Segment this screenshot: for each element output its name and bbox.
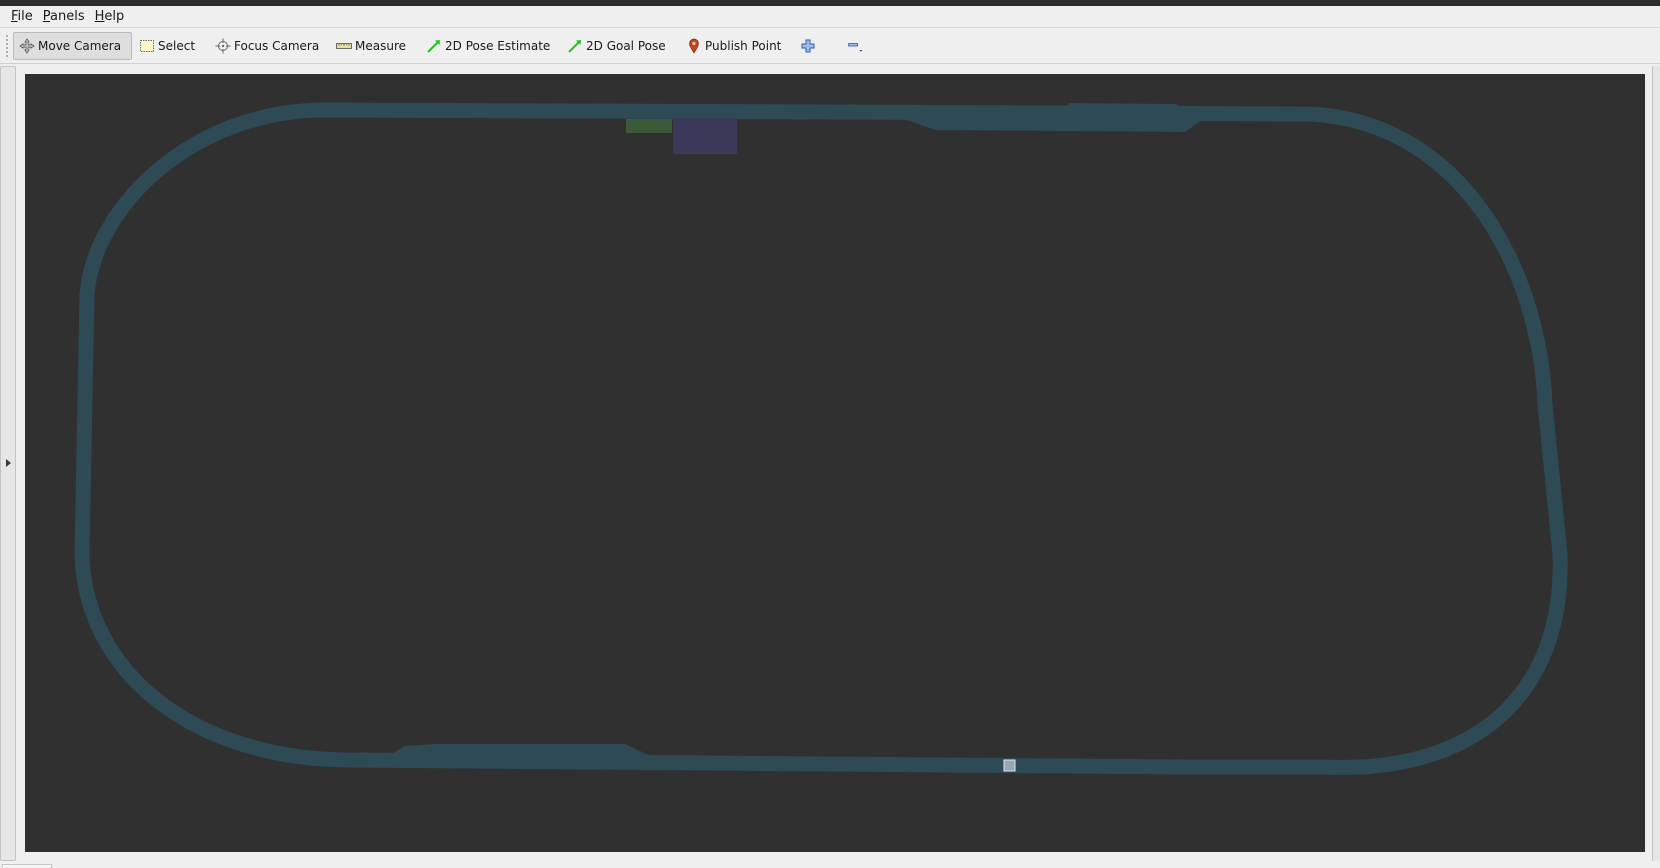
publish-point-button[interactable]: Publish Point xyxy=(681,32,785,60)
remove-tool-button[interactable] xyxy=(843,32,869,60)
select-icon xyxy=(138,37,156,55)
focus-camera-label: Focus Camera xyxy=(234,39,320,53)
menu-help-mnemonic: H xyxy=(94,9,105,24)
menu-help-label: elp xyxy=(104,9,125,24)
move-camera-icon xyxy=(18,37,36,55)
tools-toolbar: Move Camera Select Focus Camera Measure … xyxy=(0,28,1660,64)
status-bar xyxy=(0,861,1660,868)
plus-icon xyxy=(800,37,816,55)
3d-render-viewport[interactable] xyxy=(25,74,1645,852)
publish-point-label: Publish Point xyxy=(705,39,782,53)
map-canvas xyxy=(74,102,1568,775)
track-wide-section-bottom xyxy=(385,744,655,768)
small-box-marker xyxy=(1003,759,1016,772)
2d-pose-estimate-label: 2D Pose Estimate xyxy=(445,39,551,53)
select-button[interactable]: Select xyxy=(134,32,199,60)
expand-arrow-icon xyxy=(6,459,11,467)
green-arrow-icon xyxy=(425,37,443,55)
menu-panels-mnemonic: P xyxy=(42,9,51,24)
focus-camera-button[interactable]: Focus Camera xyxy=(210,32,323,60)
measure-button[interactable]: Measure xyxy=(331,32,410,60)
focus-camera-icon xyxy=(214,37,232,55)
minus-icon xyxy=(847,37,865,55)
menu-panels-label: anels xyxy=(50,9,85,24)
left-dock-collapse-handle[interactable] xyxy=(0,66,16,861)
move-camera-label: Move Camera xyxy=(38,39,122,53)
blue-marker xyxy=(673,118,737,154)
menu-file-label: ile xyxy=(17,9,33,24)
bottom-panel-tab[interactable] xyxy=(2,864,52,868)
menu-help[interactable]: Help xyxy=(90,7,130,27)
toolbar-grip-handle[interactable] xyxy=(5,34,9,58)
2d-goal-pose-button[interactable]: 2D Goal Pose xyxy=(562,32,670,60)
menu-file[interactable]: File xyxy=(6,7,38,27)
2d-goal-pose-label: 2D Goal Pose xyxy=(586,39,666,53)
select-label: Select xyxy=(158,39,196,53)
green-marker xyxy=(626,119,672,133)
green-arrow-icon xyxy=(566,37,584,55)
menu-bar: File Panels Help xyxy=(0,6,1660,28)
map-pin-icon xyxy=(685,37,703,55)
2d-pose-estimate-button[interactable]: 2D Pose Estimate xyxy=(421,32,554,60)
right-dock-edge xyxy=(1652,66,1660,861)
add-tool-button[interactable] xyxy=(796,32,818,60)
ruler-icon xyxy=(335,37,353,55)
track-outline xyxy=(74,102,1568,775)
move-camera-button[interactable]: Move Camera xyxy=(13,32,132,60)
measure-label: Measure xyxy=(355,39,406,53)
menu-panels[interactable]: Panels xyxy=(38,7,90,27)
